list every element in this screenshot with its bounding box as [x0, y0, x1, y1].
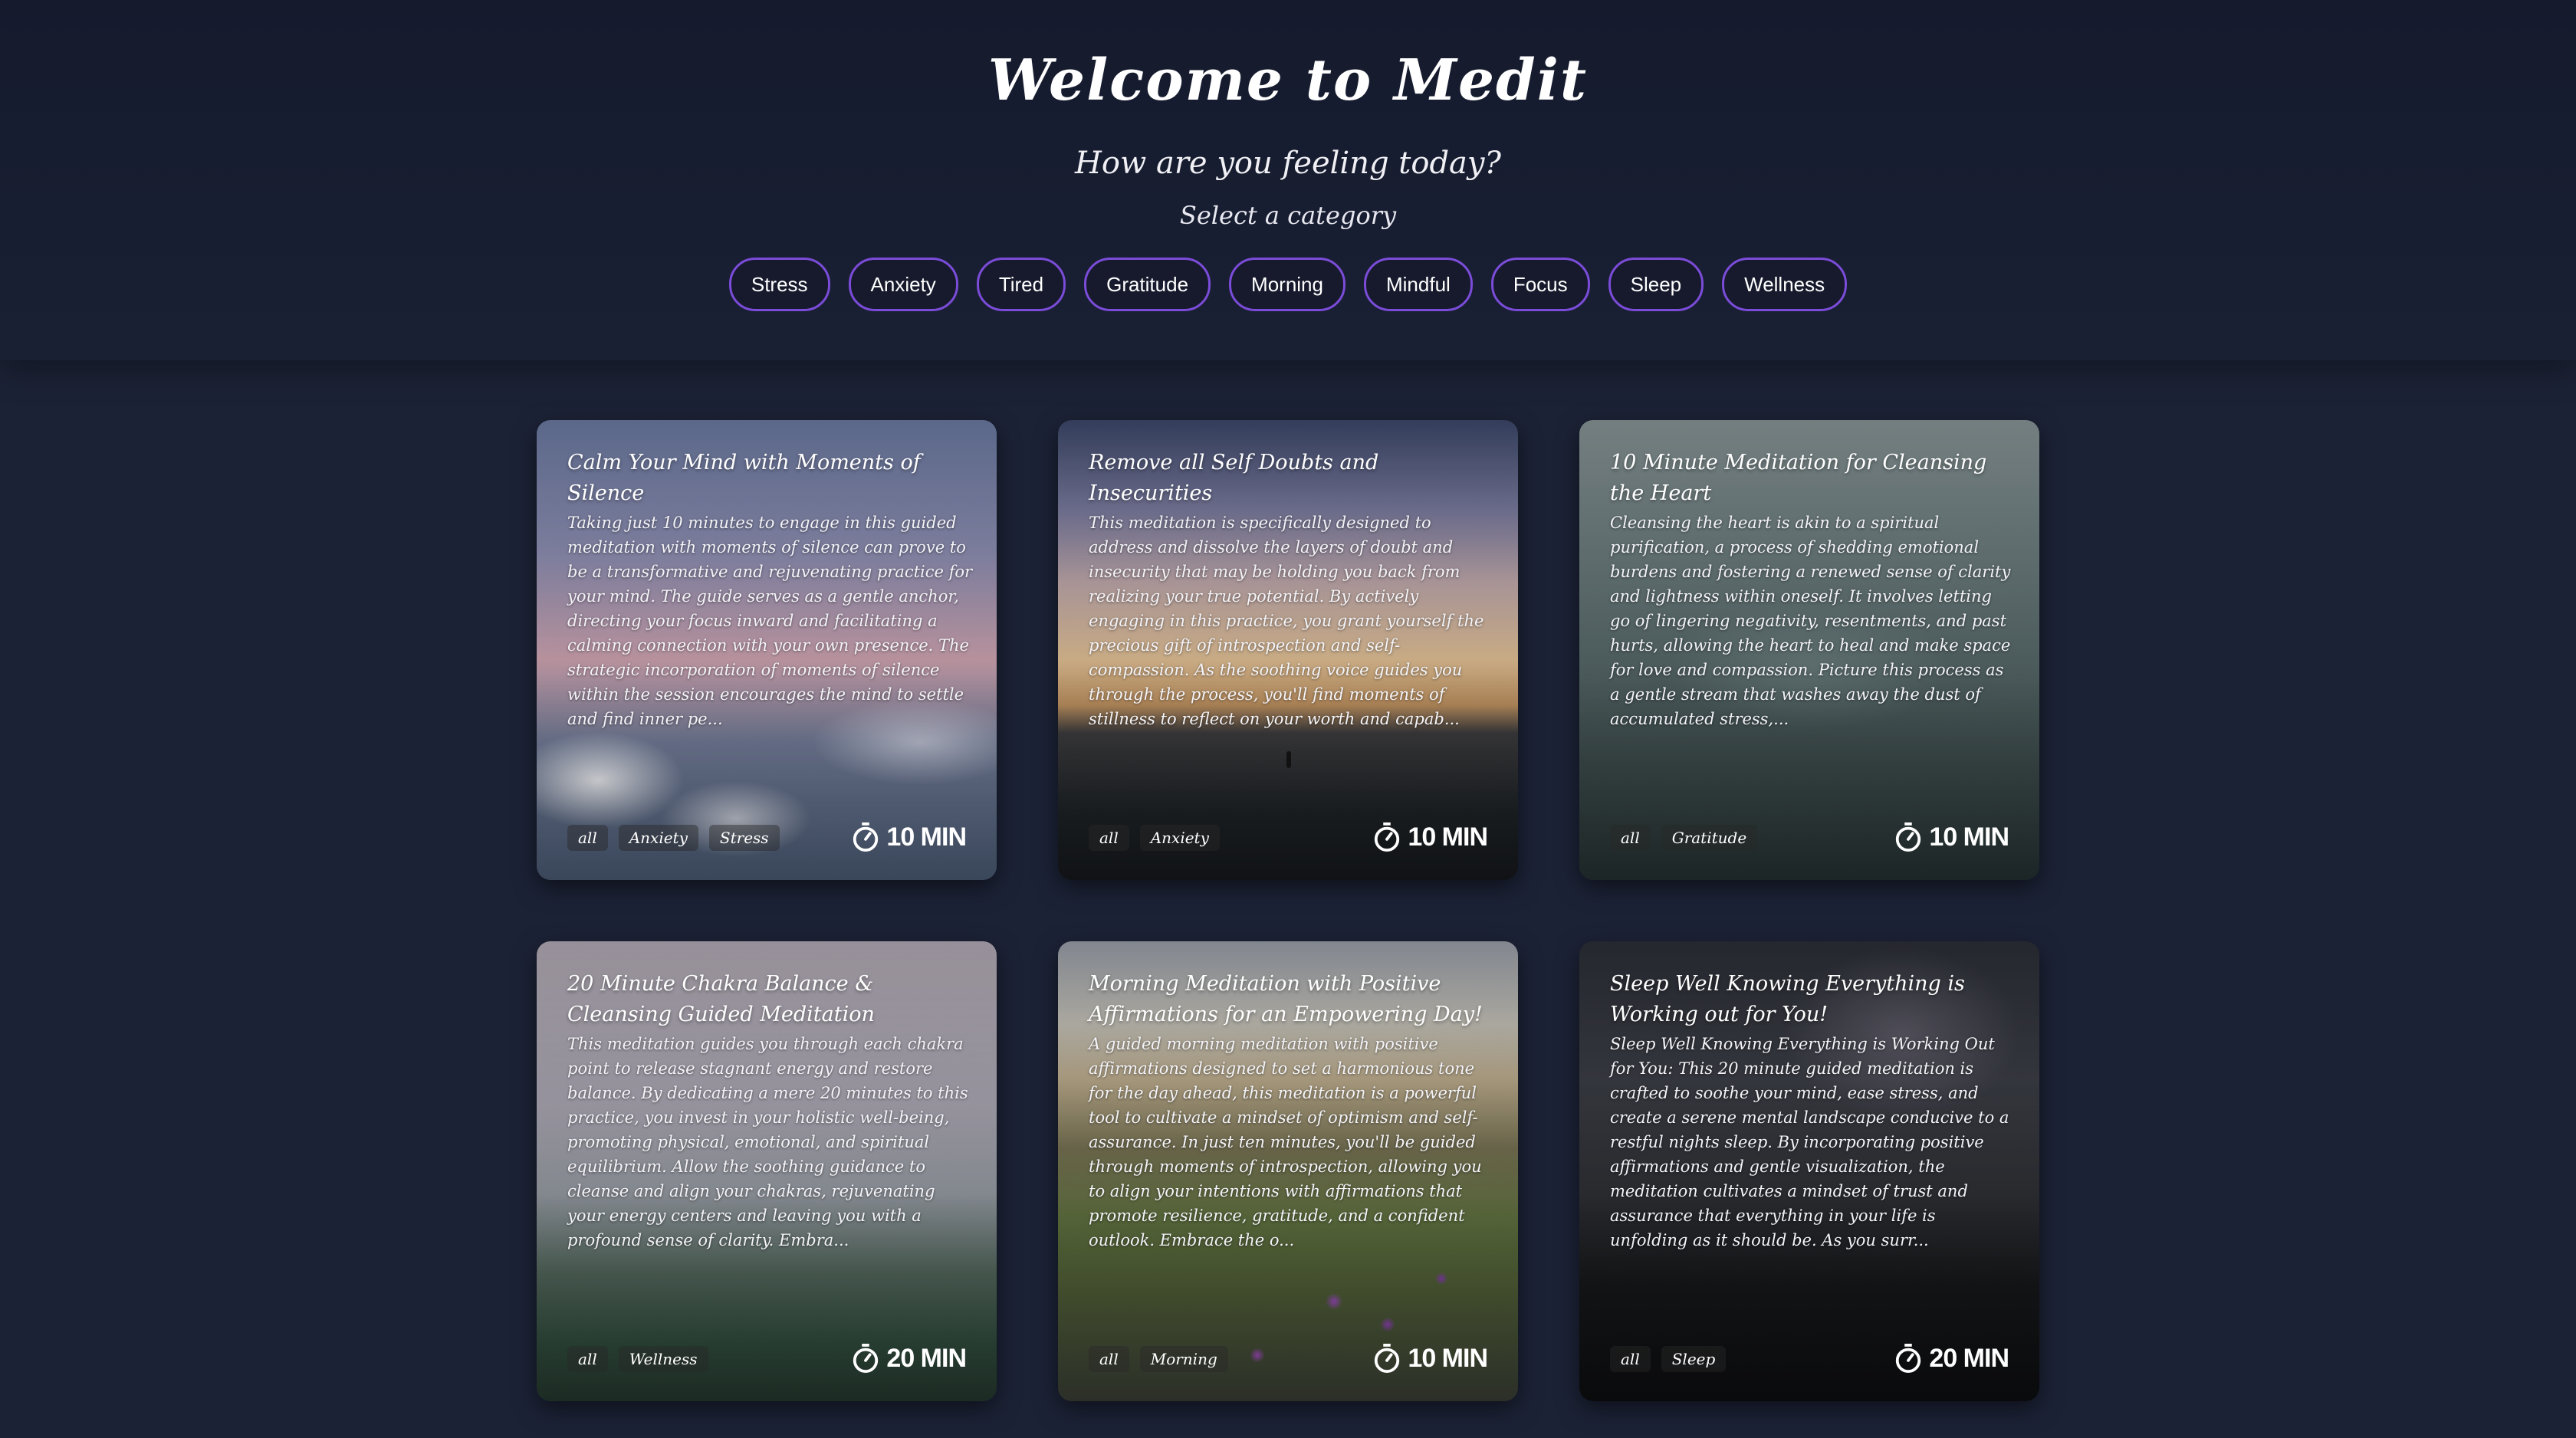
card-tag[interactable]: all	[567, 1346, 608, 1372]
card-description: This meditation guides you through each …	[567, 1035, 968, 1249]
card-title: Sleep Well Knowing Everything is Working…	[1610, 972, 1965, 1026]
card-title: Calm Your Mind with Moments of Silence	[567, 451, 921, 505]
meditation-card[interactable]: Sleep Well Knowing Everything is Working…	[1579, 941, 2039, 1401]
card-title: 10 Minute Meditation for Cleansing the H…	[1610, 451, 1987, 505]
duration-label: 10 MIN	[1929, 822, 2009, 852]
card-tag[interactable]: Anxiety	[618, 825, 698, 851]
card-description: Cleansing the heart is akin to a spiritu…	[1610, 514, 2011, 728]
category-chip-mindful[interactable]: Mindful	[1363, 258, 1473, 311]
meditation-card[interactable]: Remove all Self Doubts and Insecurities …	[1058, 420, 1518, 880]
card-tag[interactable]: all	[567, 825, 608, 851]
page-header: Welcome to Medit How are you feeling tod…	[0, 0, 2576, 360]
page-subtitle: How are you feeling today?	[1075, 146, 1501, 181]
silhouette-figure	[1286, 751, 1291, 768]
card-tag[interactable]: Stress	[708, 825, 780, 851]
card-duration: 10 MIN	[1372, 1343, 1488, 1374]
card-tag[interactable]: Gratitude	[1661, 825, 1758, 851]
timer-icon	[1896, 1344, 1921, 1373]
timer-icon	[1896, 822, 1921, 852]
card-tags: all Gratitude	[1610, 825, 1758, 851]
card-duration: 10 MIN	[1372, 822, 1488, 852]
meditation-card[interactable]: Morning Meditation with Positive Affirma…	[1058, 941, 1518, 1401]
category-chip-focus[interactable]: Focus	[1490, 258, 1590, 311]
card-tag[interactable]: Sleep	[1661, 1346, 1727, 1372]
card-tags: all Anxiety Stress	[567, 825, 780, 851]
category-chip-gratitude[interactable]: Gratitude	[1084, 258, 1211, 311]
category-prompt: Select a category	[1179, 201, 1397, 230]
card-description: A guided morning meditation with positiv…	[1089, 1035, 1482, 1249]
timer-icon	[1375, 822, 1400, 852]
card-description: This meditation is specifically designed…	[1089, 514, 1484, 728]
card-tags: all Anxiety	[1089, 825, 1220, 851]
timer-icon	[853, 822, 879, 852]
card-description: Taking just 10 minutes to engage in this…	[567, 514, 973, 728]
card-duration: 20 MIN	[851, 1343, 967, 1374]
card-tags: all Sleep	[1610, 1346, 1727, 1372]
card-tag[interactable]: Wellness	[618, 1346, 708, 1372]
card-tags: all Morning	[1089, 1346, 1228, 1372]
card-title: 20 Minute Chakra Balance & Cleansing Gui…	[567, 972, 875, 1026]
card-title: Morning Meditation with Positive Affirma…	[1089, 972, 1483, 1026]
card-title: Remove all Self Doubts and Insecurities	[1089, 451, 1379, 505]
category-chips: Stress Anxiety Tired Gratitude Morning M…	[0, 258, 2576, 311]
card-tag[interactable]: Anxiety	[1139, 825, 1220, 851]
category-chip-wellness[interactable]: Wellness	[1722, 258, 1848, 311]
meditation-card[interactable]: Calm Your Mind with Moments of Silence T…	[537, 420, 997, 880]
page-title: Welcome to Medit	[987, 48, 1589, 113]
duration-label: 20 MIN	[1929, 1343, 2009, 1373]
meditation-card[interactable]: 20 Minute Chakra Balance & Cleansing Gui…	[537, 941, 997, 1401]
duration-label: 10 MIN	[1408, 822, 1488, 852]
card-tag[interactable]: all	[1089, 825, 1129, 851]
meditation-card[interactable]: 10 Minute Meditation for Cleansing the H…	[1579, 420, 2039, 880]
category-chip-tired[interactable]: Tired	[976, 258, 1066, 311]
card-tag[interactable]: all	[1089, 1346, 1129, 1372]
category-chip-stress[interactable]: Stress	[728, 258, 830, 311]
meditation-grid: Calm Your Mind with Moments of Silence T…	[537, 420, 2039, 1401]
card-tag[interactable]: all	[1610, 1346, 1651, 1372]
duration-label: 10 MIN	[886, 822, 967, 852]
card-duration: 10 MIN	[1894, 822, 2009, 852]
timer-icon	[1375, 1344, 1400, 1373]
card-tag[interactable]: all	[1610, 825, 1651, 851]
duration-label: 10 MIN	[1408, 1343, 1488, 1373]
card-duration: 20 MIN	[1894, 1343, 2009, 1374]
card-tag[interactable]: Morning	[1139, 1346, 1228, 1372]
category-chip-sleep[interactable]: Sleep	[1608, 258, 1704, 311]
duration-label: 20 MIN	[886, 1343, 967, 1373]
category-chip-anxiety[interactable]: Anxiety	[848, 258, 958, 311]
card-tags: all Wellness	[567, 1346, 708, 1372]
card-description: Sleep Well Knowing Everything is Working…	[1610, 1035, 2009, 1249]
timer-icon	[853, 1344, 879, 1373]
category-chip-morning[interactable]: Morning	[1229, 258, 1346, 311]
card-duration: 10 MIN	[851, 822, 967, 852]
